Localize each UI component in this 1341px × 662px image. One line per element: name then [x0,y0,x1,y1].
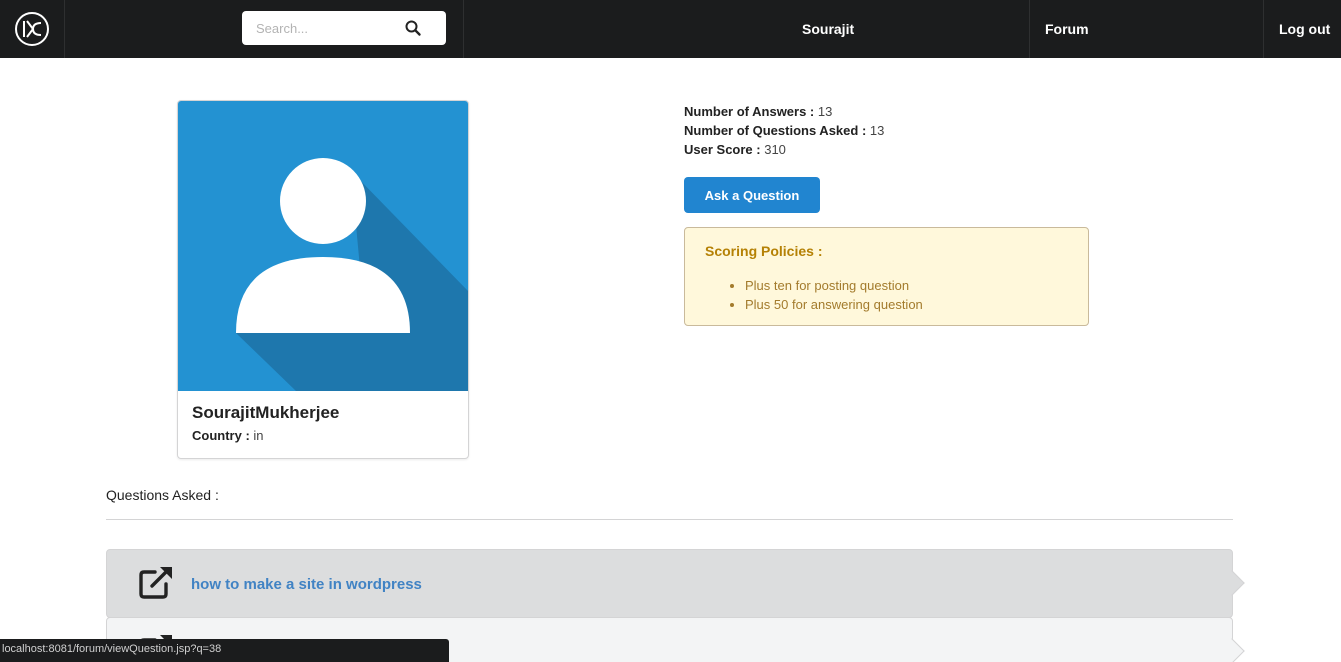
profile-country: Country : in [192,428,264,443]
question-link[interactable]: how to make a site in wordpress [191,576,422,593]
user-stats: Number of Answers : 13 Number of Questio… [684,102,884,159]
divider [106,519,1233,520]
answers-value: 13 [817,104,833,119]
item-pointer [1219,638,1245,662]
score-label: User Score : [684,142,761,157]
search-area [65,0,464,58]
country-label: Country : [192,428,250,443]
browser-status-bar: localhost:8081/forum/viewQuestion.jsp?q=… [0,639,449,662]
questions-value: 13 [869,123,885,138]
nav-logout-link[interactable]: Log out [1263,0,1341,58]
policy-item: Plus ten for posting question [745,276,923,295]
questions-heading: Questions Asked : [106,487,219,503]
score-value: 310 [764,142,786,157]
policy-title: Scoring Policies : [705,243,823,259]
logo-icon [15,12,49,46]
item-pointer [1219,570,1245,596]
question-list-item[interactable]: how to make a site in wordpress [106,549,1245,618]
search-input[interactable] [242,11,412,45]
nav-forum-link[interactable]: Forum [1029,0,1264,58]
avatar-image [178,101,468,391]
answers-label: Number of Answers : [684,104,815,119]
questions-label: Number of Questions Asked : [684,123,867,138]
search-box [242,11,446,45]
questions-stat: Number of Questions Asked : 13 [684,121,884,140]
ask-question-button[interactable]: Ask a Question [684,177,820,213]
profile-name: SourajitMukherjee [192,403,340,422]
profile-card: SourajitMukherjee Country : in [177,100,469,459]
country-value: in [253,428,264,443]
top-navbar: Sourajit Forum Log out [0,0,1341,58]
policy-list: Plus ten for posting question Plus 50 fo… [729,276,923,314]
nav-user-link[interactable]: Sourajit [787,0,1030,58]
scoring-policy-message: Scoring Policies : Plus ten for posting … [684,227,1089,326]
site-logo[interactable] [0,0,65,58]
policy-item: Plus 50 for answering question [745,295,923,314]
score-stat: User Score : 310 [684,140,884,159]
external-link-icon [139,567,172,599]
answers-stat: Number of Answers : 13 [684,102,884,121]
search-icon[interactable] [404,19,422,37]
